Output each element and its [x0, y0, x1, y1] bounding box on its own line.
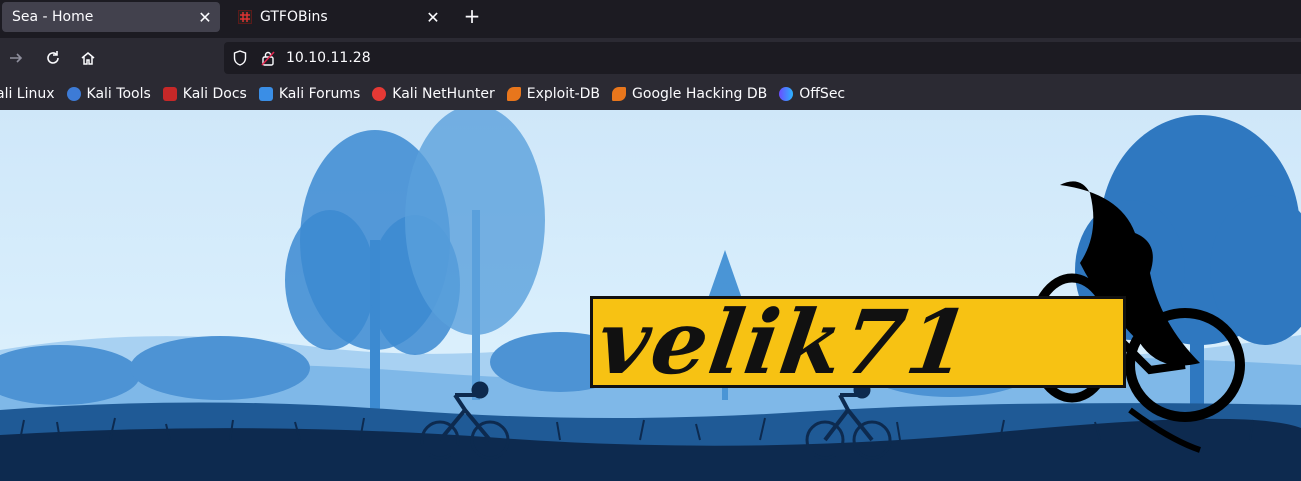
kali-tools-icon — [66, 87, 81, 101]
arrow-right-icon — [10, 53, 23, 63]
tab-label: Sea - Home — [12, 9, 94, 25]
site-logo[interactable]: velik71 — [590, 296, 1126, 388]
bookmark-kali-nethunter[interactable]: Kali NetHunter — [372, 82, 495, 106]
page-content: velik71 — [0, 110, 1301, 481]
kali-nethunter-icon — [372, 87, 387, 101]
bookmark-label: Kali Docs — [182, 86, 247, 102]
gtfobins-favicon-icon — [238, 10, 252, 24]
close-tab-icon[interactable]: ✕ — [194, 6, 216, 28]
logo-text: velik71 — [591, 296, 978, 388]
bookmarks-toolbar: ali Linux Kali Tools Kali Docs Kali Foru… — [0, 78, 1301, 110]
bookmark-label: Exploit-DB — [526, 86, 601, 102]
kali-docs-icon — [162, 87, 177, 101]
ghdb-icon — [612, 87, 627, 101]
bookmark-label: Google Hacking DB — [632, 86, 768, 102]
bookmark-kali-docs[interactable]: Kali Docs — [162, 82, 247, 106]
close-tab-icon[interactable]: ✕ — [422, 6, 444, 28]
bookmark-label: ali Linux — [0, 86, 55, 102]
tab-strip: Sea - Home ✕ GTFOBins ✕ + — [0, 0, 1301, 34]
new-tab-button[interactable]: + — [460, 4, 484, 28]
url-text[interactable]: 10.10.11.28 — [286, 50, 371, 66]
forward-button[interactable] — [4, 46, 28, 70]
bookmark-kali-forums[interactable]: Kali Forums — [258, 82, 361, 106]
shield-icon[interactable] — [232, 50, 248, 66]
bookmark-google-hacking-db[interactable]: Google Hacking DB — [612, 82, 767, 106]
bookmark-kali-linux[interactable]: ali Linux — [0, 82, 55, 106]
tab-gtfobins[interactable]: GTFOBins ✕ — [230, 2, 448, 32]
bookmark-label: OffSec — [799, 86, 846, 102]
bookmark-label: Kali NetHunter — [392, 86, 495, 102]
home-button[interactable] — [76, 46, 100, 70]
bookmark-offsec[interactable]: OffSec — [779, 82, 845, 106]
reload-button[interactable] — [41, 46, 65, 70]
bookmark-label: Kali Tools — [86, 86, 151, 102]
reload-icon — [47, 51, 59, 64]
exploit-db-icon — [506, 87, 521, 101]
offsec-icon — [779, 87, 794, 101]
tab-sea-home[interactable]: Sea - Home ✕ — [2, 2, 220, 32]
url-bar[interactable]: 10.10.11.28 — [224, 42, 1301, 74]
tab-label: GTFOBins — [260, 9, 328, 25]
insecure-lock-icon[interactable] — [260, 50, 276, 66]
kali-forums-icon — [258, 87, 273, 101]
bookmark-label: Kali Forums — [278, 86, 361, 102]
navigation-toolbar: 10.10.11.28 — [0, 38, 1301, 78]
bookmark-exploit-db[interactable]: Exploit-DB — [506, 82, 601, 106]
home-icon — [81, 52, 95, 65]
bookmark-kali-tools[interactable]: Kali Tools — [66, 82, 151, 106]
